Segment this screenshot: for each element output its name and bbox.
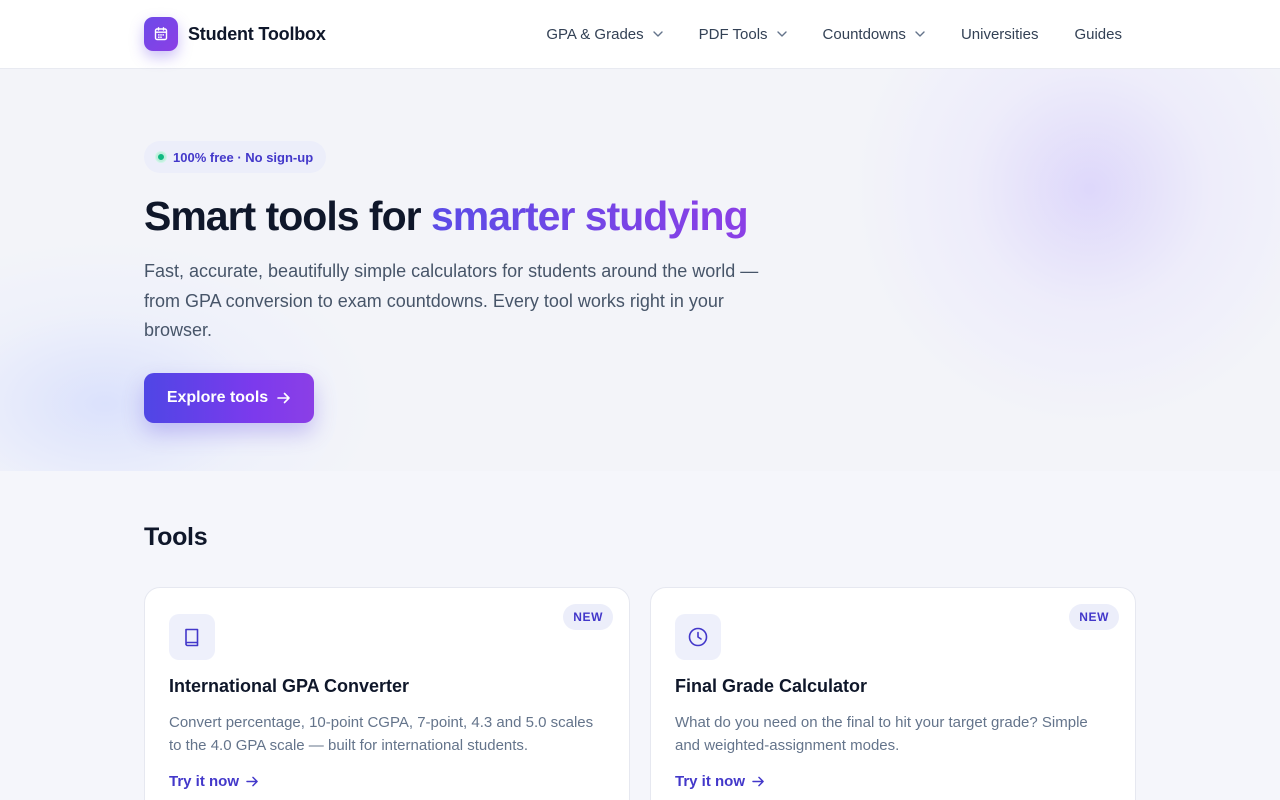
nav-guides[interactable]: Guides: [1074, 26, 1122, 43]
site-header: Student Toolbox GPA & Grades PDF Tools C…: [0, 0, 1280, 69]
explore-tools-button[interactable]: Explore tools: [144, 373, 314, 423]
calendar-icon: [144, 17, 178, 51]
nav-pdf-tools[interactable]: PDF Tools: [699, 26, 787, 43]
tool-card-final-grade[interactable]: NEW Final Grade Calculator What do you n…: [650, 587, 1136, 800]
cta-label: Explore tools: [166, 389, 269, 406]
nav-label: GPA & Grades: [546, 25, 644, 43]
card-title: International GPA Converter: [169, 676, 410, 696]
badge-text: 100% free · No sign-up: [173, 149, 314, 165]
arrow-right-icon: [752, 776, 765, 787]
link-label: Try it now: [169, 773, 240, 790]
try-it-now-link[interactable]: Try it now: [675, 773, 765, 790]
nav-label: Countdowns: [822, 25, 906, 43]
free-badge: 100% free · No sign-up: [144, 141, 327, 173]
hero-subtitle: Fast, accurate, beautifully simple calcu…: [144, 261, 759, 340]
brand-link[interactable]: Student Toolbox: [144, 17, 326, 51]
book-icon: [169, 614, 215, 660]
hero-title-accent: smarter studying: [430, 193, 749, 239]
clock-icon: [675, 614, 721, 660]
link-label: Try it now: [675, 773, 746, 790]
new-badge: NEW: [563, 604, 613, 630]
chevron-down-icon: [652, 31, 663, 37]
hero-title: Smart tools for smarter studying: [144, 193, 749, 240]
nav-countdowns[interactable]: Countdowns: [823, 26, 925, 43]
main-nav: GPA & Grades PDF Tools Countdowns Univer…: [510, 0, 1122, 68]
hero-section: 100% free · No sign-up Smart tools for s…: [0, 69, 1280, 471]
card-title: Final Grade Calculator: [675, 676, 868, 696]
new-badge: NEW: [1069, 604, 1119, 630]
try-it-now-link[interactable]: Try it now: [169, 773, 259, 790]
nav-label: Guides: [1074, 25, 1122, 43]
decorative-glow: [850, 69, 1280, 429]
chevron-down-icon: [776, 31, 787, 37]
nav-gpa-grades[interactable]: GPA & Grades: [546, 25, 663, 43]
card-description: What do you need on the final to hit you…: [675, 714, 1088, 754]
tool-card-gpa-converter[interactable]: NEW International GPA Converter Convert …: [144, 587, 630, 800]
status-dot-icon: [156, 152, 166, 162]
nav-label: Universities: [960, 25, 1039, 43]
nav-universities[interactable]: Universities: [961, 26, 1039, 43]
nav-label: PDF Tools: [698, 25, 768, 43]
chevron-down-icon: [915, 31, 925, 37]
hero-title-prefix: Smart tools for: [144, 193, 431, 239]
brand-name: Student Toolbox: [188, 23, 326, 44]
arrow-right-icon: [246, 776, 259, 787]
card-description: Convert percentage, 10-point CGPA, 7-poi…: [169, 714, 594, 754]
tools-heading: Tools: [144, 523, 208, 551]
arrow-right-icon: [277, 392, 291, 404]
